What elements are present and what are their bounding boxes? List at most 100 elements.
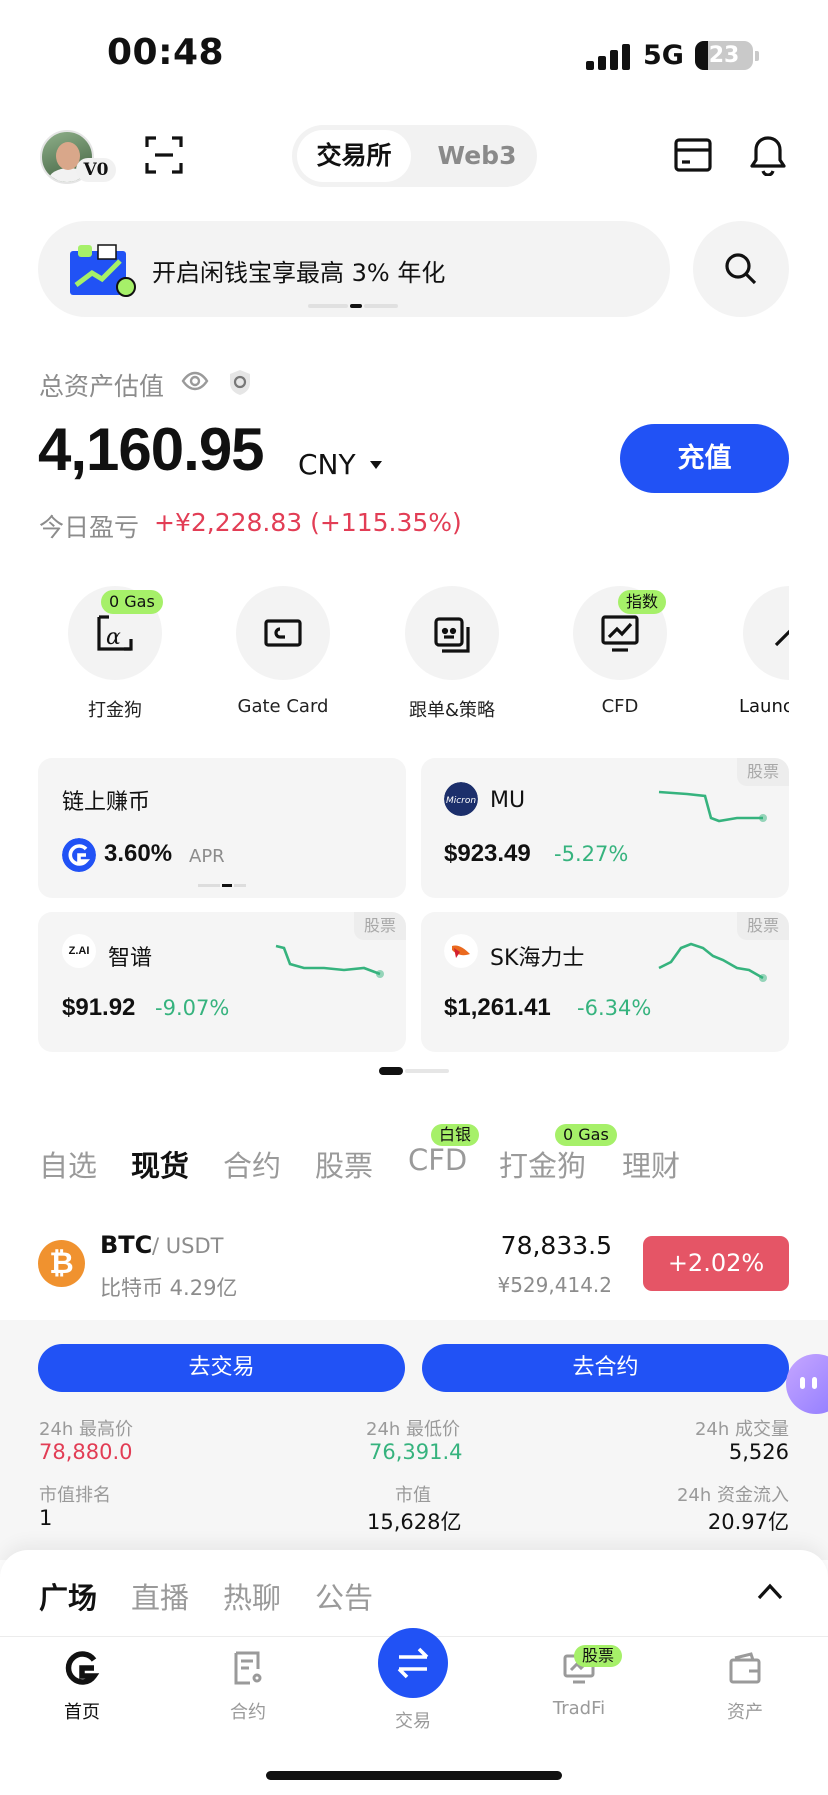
quick-action-launch[interactable]: Launc (729, 586, 789, 716)
stat-label: 市值排名 (39, 1485, 111, 1506)
alpha-icon: α (97, 615, 133, 651)
tab-live[interactable]: 直播 (131, 1575, 189, 1617)
tab-trade[interactable] (378, 1628, 448, 1698)
stat-rank: 1 (39, 1506, 53, 1530)
tab-assets[interactable]: 资产 (690, 1650, 800, 1724)
sparkline (658, 790, 767, 823)
tab-announcements[interactable]: 公告 (315, 1575, 373, 1617)
apr-value: 3.60% (104, 840, 173, 867)
tile-zhipu[interactable]: 股票 Z.AI 智谱 $91.92 -9.07% (38, 912, 406, 1052)
eye-icon[interactable] (181, 370, 209, 392)
stat-high: 78,880.0 (39, 1440, 133, 1464)
pair-change-badge[interactable]: +2.02% (643, 1236, 789, 1291)
scan-icon[interactable] (145, 136, 183, 174)
index-badge: 指数 (618, 590, 667, 614)
pair-volume: 比特币 4.29亿 (100, 1276, 238, 1300)
launch-icon (774, 629, 789, 647)
stock-tag: 股票 (736, 758, 789, 786)
quick-action-label: 打金狗 (88, 700, 142, 721)
quick-action-label: 跟单&策略 (408, 700, 496, 721)
tile-price: $91.92 (62, 994, 136, 1021)
tab-earn[interactable]: 理财 (622, 1143, 680, 1185)
card-icon[interactable] (674, 137, 712, 173)
search-button[interactable] (693, 221, 789, 317)
home-indicator (266, 1771, 562, 1780)
quick-action-copy-trade[interactable]: 跟单&策略 (392, 586, 512, 722)
tab-label: TradFi (552, 1698, 606, 1719)
pair-quote: / USDT (152, 1234, 224, 1258)
battery-percent: 23 (708, 43, 740, 68)
tab-stocks[interactable]: 股票 (315, 1143, 373, 1185)
silver-badge: 白银 (431, 1124, 480, 1146)
apr-label: APR (189, 846, 225, 867)
tab-home[interactable]: 首页 (27, 1650, 137, 1724)
exchange-web3-switch[interactable]: 交易所 Web3 (292, 125, 537, 187)
tab-label: 交易 (395, 1711, 431, 1732)
shield-icon[interactable] (228, 369, 252, 396)
tab-label: 合约 (230, 1702, 266, 1723)
caret-down-icon[interactable] (370, 461, 382, 469)
tile-name: 智谱 (108, 946, 153, 971)
zero-gas-badge: 0 Gas (555, 1124, 617, 1146)
stat-inflow: 20.97亿 (707, 1510, 789, 1534)
search-icon (725, 253, 757, 285)
tile-pager (198, 884, 246, 887)
tab-hot-chat[interactable]: 热聊 (223, 1575, 281, 1617)
pair-price: 78,833.5 (500, 1231, 612, 1260)
tab-cfd[interactable]: CFD (408, 1143, 467, 1177)
chart-monitor-icon (601, 615, 639, 652)
quick-action-gate-card[interactable]: Gate Card (223, 586, 343, 717)
tile-change: -9.07% (155, 996, 230, 1020)
quick-action-label: Gate Card (237, 696, 329, 717)
tab-futures[interactable]: 合约 (223, 1143, 281, 1185)
stock-tag: 股票 (736, 912, 789, 940)
stat-label: 24h 资金流入 (676, 1485, 789, 1506)
deposit-button[interactable]: 充值 (620, 424, 789, 493)
tab-favorites[interactable]: 自选 (39, 1143, 97, 1185)
tile-price: $1,261.41 (444, 994, 551, 1021)
signal-icon (586, 44, 632, 70)
tab-web3[interactable]: Web3 (422, 130, 532, 182)
tab-square[interactable]: 广场 (39, 1575, 97, 1617)
tab-label: 资产 (727, 1702, 763, 1723)
promo-chart-icon (70, 244, 136, 297)
tab-spot[interactable]: 现货 (131, 1143, 189, 1185)
tile-onchain-earn[interactable]: 链上赚币 3.60% APR (38, 758, 406, 898)
quick-action-label: Launc (739, 696, 789, 716)
banner-pager (308, 304, 398, 308)
total-assets-value: 4,160.95 (38, 416, 265, 483)
bitcoin-icon: ₿ (38, 1240, 85, 1287)
tab-exchange[interactable]: 交易所 (297, 130, 411, 182)
gate-home-icon (65, 1651, 100, 1685)
futures-doc-icon (234, 1651, 262, 1685)
tile-name: SK海力士 (490, 946, 585, 971)
quick-action-label: CFD (601, 696, 639, 717)
stat-label: 市值 (395, 1485, 431, 1506)
tile-name: 链上赚币 (62, 790, 151, 815)
tab-alpha[interactable]: 打金狗 (499, 1143, 586, 1185)
currency-selector[interactable]: CNY (298, 448, 356, 481)
vip-badge[interactable]: V0 (76, 158, 116, 182)
banner-text: 开启闲钱宝享最高 3% 年化 (152, 259, 446, 287)
chevron-up-icon[interactable] (757, 1582, 783, 1600)
wallet-icon (729, 1652, 761, 1684)
stat-label: 24h 成交量 (694, 1419, 789, 1440)
copy-trade-icon (434, 617, 470, 653)
status-time: 00:48 (107, 32, 225, 73)
today-pnl-value: +¥2,228.83 (+115.35%) (154, 508, 462, 537)
tile-price: $923.49 (444, 840, 531, 867)
promo-banner[interactable]: 开启闲钱宝享最高 3% 年化 (38, 221, 670, 317)
stat-low: 76,391.4 (369, 1440, 463, 1464)
go-futures-button[interactable]: 去合约 (422, 1344, 789, 1392)
card-icon (264, 619, 302, 647)
bell-icon[interactable] (748, 134, 788, 176)
sk-logo-icon (444, 934, 478, 968)
tab-futures-nav[interactable]: 合约 (193, 1650, 303, 1724)
go-trade-button[interactable]: 去交易 (38, 1344, 405, 1392)
swap-icon (397, 1647, 429, 1679)
tile-mu[interactable]: 股票 Micron MU $923.49 -5.27% (421, 758, 789, 898)
total-assets-label: 总资产估值 (39, 372, 165, 401)
tile-sk-hynix[interactable]: 股票 SK海力士 $1,261.41 -6.34% (421, 912, 789, 1052)
stat-label: 24h 最高价 (39, 1419, 134, 1440)
gate-logo-icon (62, 838, 96, 872)
